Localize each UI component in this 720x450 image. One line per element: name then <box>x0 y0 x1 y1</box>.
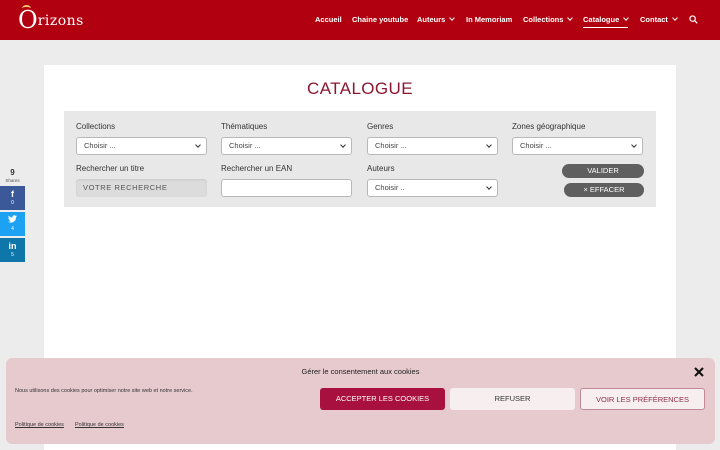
validate-button[interactable]: VALIDER <box>562 164 644 178</box>
logo-text: rizons <box>37 13 84 29</box>
clear-button[interactable]: × EFFACER <box>564 183 644 197</box>
nav-label: Auteurs <box>417 15 446 24</box>
cookie-policy-link[interactable]: Politique de cookies <box>15 422 64 428</box>
thematiques-select-value: Choisir ... <box>229 141 261 150</box>
facebook-share-button[interactable]: f 0 <box>0 186 25 210</box>
twitter-share-count: 4 <box>11 226 14 232</box>
chevron-down-icon <box>340 142 346 148</box>
share-label: Shares <box>5 178 20 183</box>
auteurs-select[interactable]: Choisir .. <box>367 179 498 197</box>
logo-initial: O <box>18 5 38 34</box>
nav-item-contact[interactable]: Contact <box>640 15 678 24</box>
close-icon[interactable] <box>694 367 704 377</box>
zones-select[interactable]: Choisir ... <box>512 137 643 155</box>
cookie-title: Gérer le consentement aux cookies <box>301 367 420 376</box>
auteurs-select-value: Choisir .. <box>375 183 405 192</box>
auteurs-label: Auteurs <box>367 164 395 173</box>
nav-item-auteurs[interactable]: Auteurs <box>417 15 456 24</box>
facebook-icon: f <box>11 189 14 199</box>
title-search-label: Rechercher un titre <box>76 164 145 173</box>
view-preferences-button[interactable]: VOIR LES PRÉFÉRENCES <box>580 388 705 410</box>
chevron-down-icon <box>623 15 630 21</box>
search-icon[interactable] <box>689 15 698 24</box>
nav-item-catalogue[interactable]: Catalogue <box>583 15 630 28</box>
chevron-down-icon <box>449 15 456 21</box>
chevron-down-icon <box>631 142 637 148</box>
genres-label: Genres <box>367 122 394 131</box>
chevron-down-icon <box>195 142 201 148</box>
cookie-policy-link-2[interactable]: Politique de cookies <box>75 422 124 428</box>
zones-label: Zones géographique <box>512 122 586 131</box>
cookie-consent-banner: Gérer le consentement aux cookies Nous u… <box>6 358 715 444</box>
title-search-input[interactable]: VOTRE RECHERCHE <box>76 179 207 197</box>
chevron-down-icon <box>567 15 574 21</box>
thematiques-label: Thématiques <box>221 122 268 131</box>
page-title: CATALOGUE <box>307 79 413 98</box>
share-total-count: 9 <box>10 168 15 177</box>
nav-label: In Memoriam <box>466 15 513 24</box>
facebook-share-count: 0 <box>11 200 14 206</box>
linkedin-share-button[interactable]: in 5 <box>0 238 25 262</box>
ean-search-label: Rechercher un EAN <box>221 164 293 173</box>
accept-cookies-button[interactable]: ACCEPTER LES COOKIES <box>320 388 445 410</box>
zones-select-value: Choisir ... <box>520 141 552 150</box>
twitter-share-button[interactable]: 4 <box>0 212 25 236</box>
cookie-description: Nous utilisons des cookies pour optimise… <box>15 388 193 394</box>
collections-label: Collections <box>76 122 116 131</box>
nav-item-accueil[interactable]: Accueil <box>315 15 342 24</box>
filter-panel: Collections Thématiques Genres Zones géo… <box>64 111 656 207</box>
nav-label: Chaine youtube <box>352 15 409 24</box>
nav-label: Accueil <box>315 15 342 24</box>
nav-item-in-memoriam[interactable]: In Memoriam <box>466 15 512 24</box>
refuse-cookies-button[interactable]: REFUSER <box>450 388 575 410</box>
linkedin-icon: in <box>8 241 17 251</box>
collections-select-value: Choisir ... <box>84 141 116 150</box>
nav-item-chaine-youtube[interactable]: Chaine youtube <box>352 15 408 24</box>
nav-item-collections[interactable]: Collections <box>523 15 574 24</box>
twitter-icon <box>0 212 25 226</box>
genres-select-value: Choisir ... <box>375 141 407 150</box>
chevron-down-icon <box>672 15 678 21</box>
ean-search-input[interactable] <box>221 179 352 197</box>
chevron-down-icon <box>486 142 492 148</box>
genres-select[interactable]: Choisir ... <box>367 137 498 155</box>
nav-label: Contact <box>640 15 668 24</box>
thematiques-select[interactable]: Choisir ... <box>221 137 352 155</box>
nav-label: Catalogue <box>583 15 620 24</box>
site-logo[interactable]: O rizons <box>18 5 84 34</box>
site-header: O rizons Accueil Chaine youtube Auteurs … <box>0 0 720 40</box>
nav-label: Collections <box>523 15 564 24</box>
collections-select[interactable]: Choisir ... <box>76 137 207 155</box>
linkedin-share-count: 5 <box>11 252 14 258</box>
chevron-down-icon <box>486 184 492 190</box>
